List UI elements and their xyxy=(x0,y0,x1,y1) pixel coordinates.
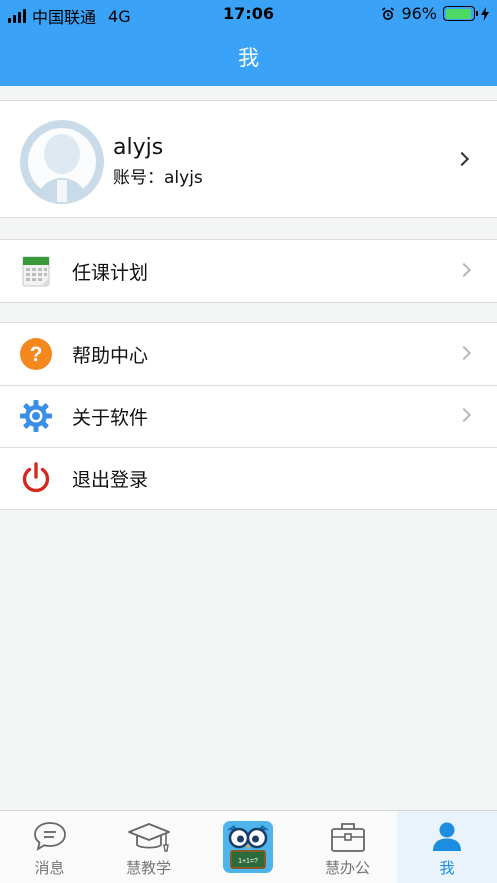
power-icon xyxy=(22,462,50,493)
tab-me[interactable]: 我 xyxy=(397,811,497,883)
menu-item-label: 关于软件 xyxy=(72,407,149,429)
menu-item-teaching-plan[interactable]: 任课计划 xyxy=(0,240,497,302)
avatar-placeholder-icon xyxy=(20,120,104,204)
charging-bolt-icon xyxy=(481,6,489,21)
profile-card[interactable]: alyjs 账号：alyjs xyxy=(0,100,497,218)
menu-item-label: 退出登录 xyxy=(72,469,149,491)
menu-group-plan: 任课计划 xyxy=(0,239,497,303)
briefcase-icon xyxy=(330,823,365,852)
status-bar: 中国联通 4G 17:06 96% xyxy=(0,0,497,28)
chat-bubble-icon xyxy=(33,822,66,851)
profile-name: alyjs xyxy=(113,135,164,160)
tab-office[interactable]: 慧办公 xyxy=(298,811,397,883)
tab-label: 我 xyxy=(439,859,455,877)
menu-group-settings: ? 帮助中心 关于软件 退出登录 xyxy=(0,322,497,510)
graduation-cap-icon xyxy=(127,823,170,852)
nav-header: 中国联通 4G 17:06 96% 我 xyxy=(0,0,497,86)
tab-app-logo[interactable]: 1+1=? xyxy=(198,811,297,883)
tab-teaching[interactable]: 慧教学 xyxy=(99,811,198,883)
owl-app-logo-icon: 1+1=? xyxy=(222,821,273,873)
svg-text:?: ? xyxy=(30,343,43,366)
chevron-right-icon xyxy=(456,345,472,361)
chevron-right-icon xyxy=(456,262,472,278)
alarm-clock-icon xyxy=(382,6,395,20)
help-question-icon: ? xyxy=(20,338,52,370)
gear-icon xyxy=(20,400,52,432)
chevron-right-icon xyxy=(454,151,470,167)
status-right: 96% xyxy=(381,4,489,23)
person-icon xyxy=(433,822,461,851)
battery-fill xyxy=(445,8,472,19)
tab-label: 消息 xyxy=(34,859,65,877)
tab-label: 慧教学 xyxy=(125,859,171,877)
calendar-icon xyxy=(22,256,50,287)
page-title: 我 xyxy=(238,46,259,70)
app-root: 中国联通 4G 17:06 96% 我 alyjs 账号：alyjs 任课计划 … xyxy=(0,0,497,883)
menu-item-help-center[interactable]: ? 帮助中心 xyxy=(0,323,497,385)
tab-label: 慧办公 xyxy=(324,859,370,877)
menu-item-about[interactable]: 关于软件 xyxy=(0,385,497,447)
tab-messages[interactable]: 消息 xyxy=(0,811,99,883)
battery-percent: 96% xyxy=(401,4,437,23)
chevron-right-icon xyxy=(456,407,472,423)
bottom-tab-bar: 消息 慧教学 1+1=? 慧办公 我 xyxy=(0,810,497,883)
menu-item-label: 帮助中心 xyxy=(72,345,149,367)
svg-text:1+1=?: 1+1=? xyxy=(238,858,258,865)
menu-item-logout[interactable]: 退出登录 xyxy=(0,447,497,509)
battery-icon xyxy=(443,6,478,21)
menu-item-label: 任课计划 xyxy=(72,262,149,284)
profile-account: 账号：alyjs xyxy=(113,168,203,188)
